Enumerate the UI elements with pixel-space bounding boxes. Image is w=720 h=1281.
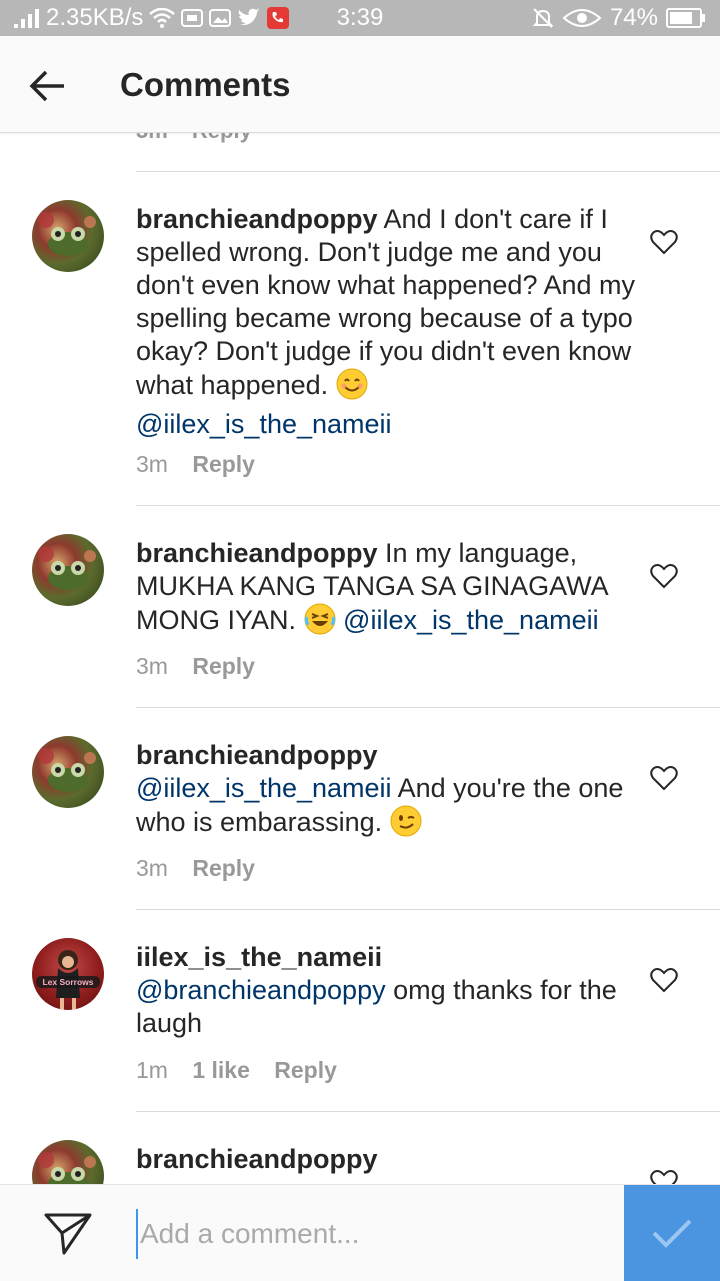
- comment-body: branchieandpoppy And I don't care if I s…: [136, 203, 636, 441]
- like-heart-icon[interactable]: [650, 967, 678, 993]
- reply-button[interactable]: Reply: [274, 1057, 337, 1083]
- reply-button[interactable]: Reply: [192, 653, 255, 679]
- mention-link[interactable]: @branchieandpoppy: [136, 975, 386, 1005]
- comment-time: 3m: [136, 653, 168, 679]
- battery-percent: 74%: [609, 4, 658, 31]
- comment-meta: 3m Reply: [136, 653, 273, 680]
- wink-emoji-icon: [390, 805, 422, 845]
- avatar[interactable]: [32, 1140, 104, 1184]
- comment-meta: 3m Reply: [136, 451, 273, 478]
- like-heart-icon[interactable]: [650, 563, 678, 589]
- divider: [136, 1111, 720, 1112]
- reply-button[interactable]: Reply: [192, 132, 252, 143]
- page-title: Comments: [120, 66, 291, 103]
- divider: [136, 171, 720, 172]
- eye-icon: [562, 8, 602, 28]
- mention-link[interactable]: @iilex_is_the_nameii: [136, 409, 392, 439]
- comment-body: branchieandpoppy @iilex_is_the_nameii An…: [136, 739, 636, 845]
- status-bar: 2.35KB/s 3:39 74%: [0, 0, 720, 36]
- smile-emoji-icon: [336, 368, 368, 408]
- like-heart-icon[interactable]: [650, 229, 678, 255]
- app-header: Comments: [0, 36, 720, 133]
- comment-body: iilex_is_the_nameii @branchieandpoppy om…: [136, 941, 636, 1040]
- avatar[interactable]: [32, 534, 104, 606]
- comment-username[interactable]: branchieandpoppy: [136, 1144, 378, 1174]
- mention-link[interactable]: @iilex_is_the_nameii: [136, 773, 392, 803]
- checkmark-icon: [652, 1219, 692, 1248]
- avatar[interactable]: Lex Sorrows: [32, 938, 104, 1010]
- avatar[interactable]: [32, 736, 104, 808]
- like-heart-icon[interactable]: [650, 765, 678, 791]
- divider: [136, 707, 720, 708]
- comment-username[interactable]: branchieandpoppy: [136, 740, 378, 770]
- divider: [136, 909, 720, 910]
- comment-composer: [0, 1184, 720, 1281]
- comment-time: 3m: [136, 132, 168, 143]
- comments-list[interactable]: 3m Reply branchieandpoppy And I don't ca…: [0, 132, 720, 1184]
- mention-link[interactable]: @iilex_is_the_nameii: [343, 605, 599, 635]
- comment-username[interactable]: branchieandpoppy: [136, 538, 378, 568]
- divider: [136, 505, 720, 506]
- comment-body: branchieandpoppy In my language, MUKHA K…: [136, 537, 636, 643]
- likes-count[interactable]: 1 like: [192, 1057, 250, 1083]
- reply-button[interactable]: Reply: [192, 451, 255, 477]
- direct-send-icon[interactable]: [42, 1209, 94, 1257]
- back-arrow-icon[interactable]: [26, 64, 70, 108]
- comment-time: 1m: [136, 1057, 168, 1083]
- comment-username[interactable]: branchieandpoppy: [136, 204, 378, 234]
- comment-username[interactable]: iilex_is_the_nameii: [136, 942, 382, 972]
- reply-button[interactable]: Reply: [192, 855, 255, 881]
- avatar-caption: Lex Sorrows: [42, 977, 93, 987]
- comment-input[interactable]: [136, 1209, 612, 1259]
- status-right: 74%: [532, 4, 706, 32]
- mute-bell-icon: [532, 7, 554, 29]
- previous-comment-meta: 3m Reply: [136, 132, 252, 144]
- comment-meta: 1m 1 like Reply: [136, 1057, 355, 1084]
- post-button[interactable]: [624, 1185, 720, 1281]
- battery-icon: [666, 7, 706, 29]
- like-heart-icon[interactable]: [650, 1169, 678, 1184]
- comment-body: branchieandpoppy: [136, 1143, 636, 1176]
- avatar[interactable]: [32, 200, 104, 272]
- comment-time: 3m: [136, 855, 168, 881]
- laughing-emoji-icon: [304, 603, 336, 643]
- comment-time: 3m: [136, 451, 168, 477]
- comment-meta: 3m Reply: [136, 855, 273, 882]
